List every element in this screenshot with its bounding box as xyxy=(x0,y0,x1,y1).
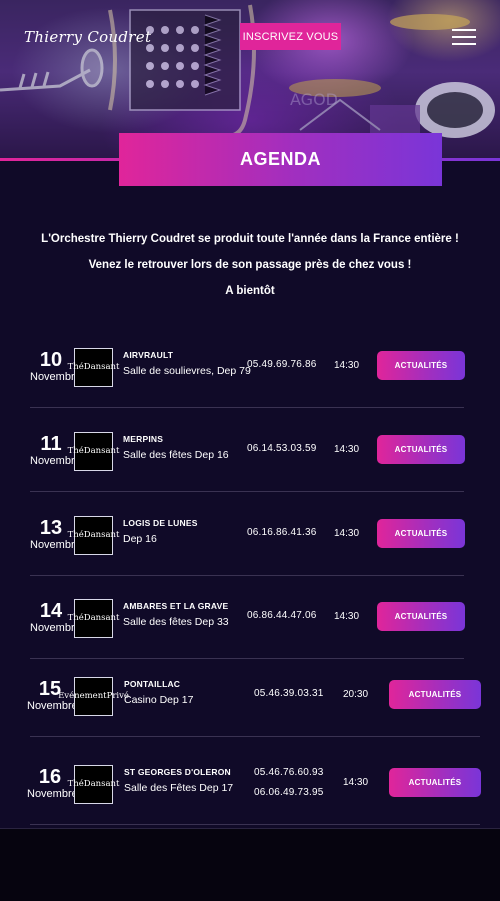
event-type-label: Thé xyxy=(67,362,84,372)
event-time: 14:30 xyxy=(334,360,360,371)
event-type-thumbnail[interactable]: Thé Dansant xyxy=(68,599,119,638)
news-button[interactable]: ACTUALITÉS xyxy=(377,435,465,464)
intro-text: L'Orchestre Thierry Coudret se produit t… xyxy=(0,232,500,310)
event-type-label: Dansant xyxy=(83,446,120,456)
event-time: 14:30 xyxy=(343,777,369,788)
svg-text:AGOD: AGOD xyxy=(290,90,338,109)
news-button[interactable]: ACTUALITÉS xyxy=(377,519,465,548)
news-button[interactable]: ACTUALITÉS xyxy=(377,602,465,631)
event-venue: Salle de soulievres, Dep 79 xyxy=(123,365,251,377)
event-type-label: Thé xyxy=(67,613,84,623)
event-venue: Salle des fêtes Dep 33 xyxy=(123,616,229,628)
event-time: 14:30 xyxy=(334,611,360,622)
event-venue: Casino Dep 17 xyxy=(124,694,194,706)
hamburger-menu-icon[interactable] xyxy=(452,29,476,45)
event-time: 20:30 xyxy=(343,689,369,700)
row-divider xyxy=(30,575,464,576)
news-button[interactable]: ACTUALITÉS xyxy=(377,351,465,380)
event-city: AMBARES ET LA GRAVE xyxy=(123,601,229,611)
event-type-label: Thé xyxy=(67,446,84,456)
page-title-banner: AGENDA xyxy=(119,133,442,186)
event-time: 14:30 xyxy=(334,528,360,539)
event-city: ST GEORGES D'OLERON xyxy=(124,767,231,777)
event-time: 14:30 xyxy=(334,444,360,455)
event-city: PONTAILLAC xyxy=(124,679,181,689)
event-day: 16 xyxy=(38,766,62,788)
event-city: LOGIS DE LUNES xyxy=(123,518,198,528)
event-type-thumbnail[interactable]: Thé Dansant xyxy=(68,348,119,387)
footer xyxy=(0,828,500,901)
event-type-label: Thé xyxy=(67,530,84,540)
intro-line-2: Venez le retrouver lors de son passage p… xyxy=(88,259,412,271)
signup-button[interactable]: INSCRIVEZ VOUS xyxy=(240,23,341,50)
event-phone[interactable]: 05.49.69.76.86 xyxy=(247,359,317,370)
event-phone-secondary[interactable]: 06.06.49.73.95 xyxy=(254,787,324,798)
row-divider xyxy=(30,658,464,659)
event-phone[interactable]: 05.46.76.60.93 xyxy=(254,767,324,778)
event-venue: Dep 16 xyxy=(123,533,157,545)
row-divider xyxy=(30,824,480,825)
event-type-thumbnail[interactable]: Thé Dansant xyxy=(68,765,119,804)
event-type-label: Dansant xyxy=(83,362,120,372)
event-phone[interactable]: 06.16.86.41.36 xyxy=(247,527,317,538)
intro-line-1: L'Orchestre Thierry Coudret se produit t… xyxy=(41,233,459,245)
news-button[interactable]: ACTUALITÉS xyxy=(389,680,481,709)
site-logo[interactable]: Thierry Coudret xyxy=(24,28,151,46)
event-type-label: Thé xyxy=(67,779,84,789)
event-type-thumbnail[interactable]: Evénement Privé xyxy=(58,677,129,716)
event-type-thumbnail[interactable]: Thé Dansant xyxy=(68,516,119,555)
event-phone[interactable]: 06.86.44.47.06 xyxy=(247,610,317,621)
event-venue: Salle des Fêtes Dep 17 xyxy=(124,782,234,794)
event-type-label: Dansant xyxy=(83,530,120,540)
event-phone[interactable]: 06.14.53.03.59 xyxy=(247,443,317,454)
row-divider xyxy=(30,491,464,492)
news-button[interactable]: ACTUALITÉS xyxy=(389,768,481,797)
row-divider xyxy=(30,407,464,408)
event-phone[interactable]: 05.46.39.03.31 xyxy=(254,688,324,699)
event-type-thumbnail[interactable]: Thé Dansant xyxy=(68,432,119,471)
page-title: AGENDA xyxy=(239,149,321,169)
event-city: MERPINS xyxy=(123,434,164,444)
intro-line-3: A bientôt xyxy=(225,285,275,297)
event-type-label: Dansant xyxy=(83,779,120,789)
event-venue: Salle des fêtes Dep 16 xyxy=(123,449,229,461)
event-type-label: Evénement xyxy=(58,691,107,701)
event-city: AIRVRAULT xyxy=(123,350,174,360)
event-type-label: Dansant xyxy=(83,613,120,623)
row-divider xyxy=(30,736,480,737)
